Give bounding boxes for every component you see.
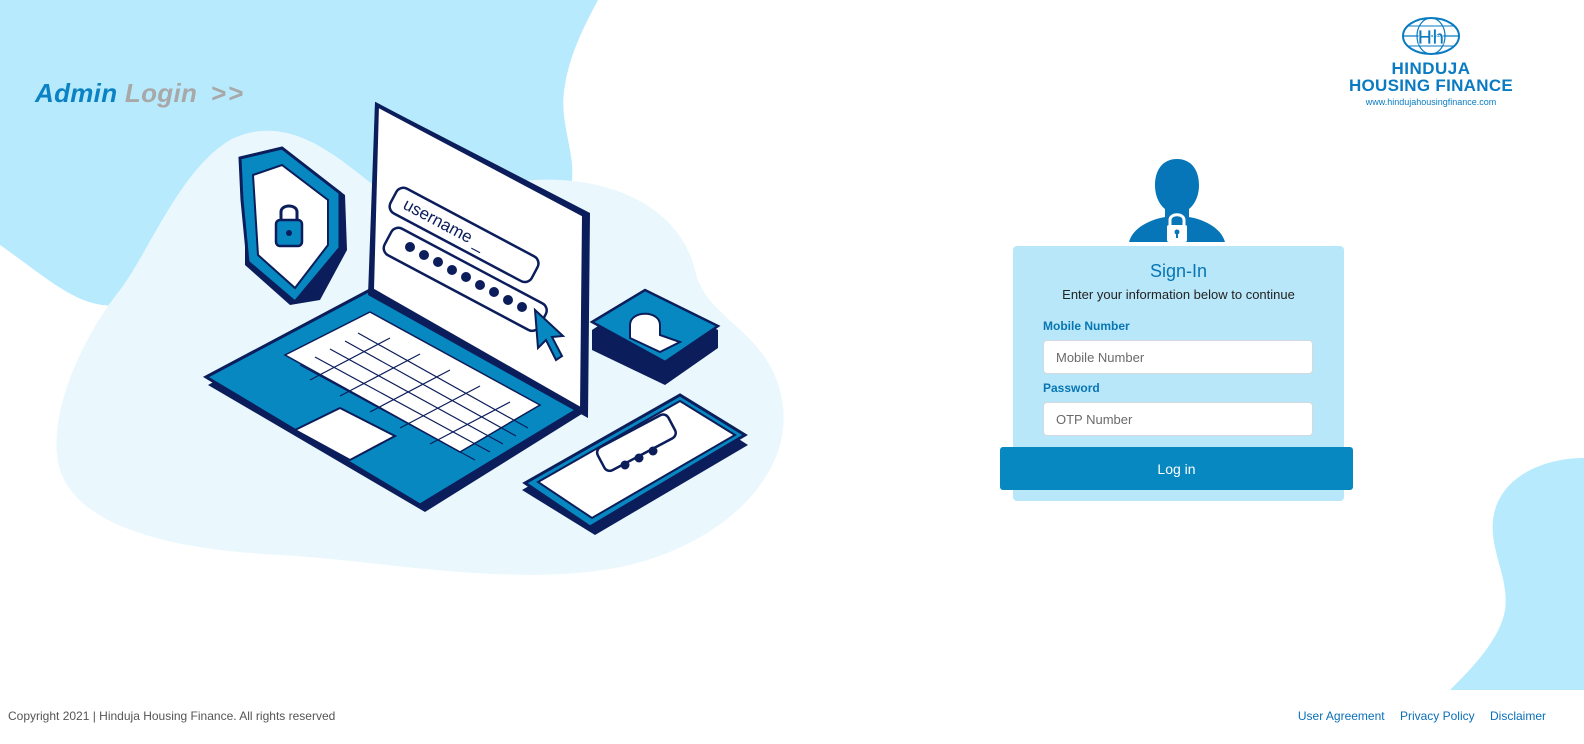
mobile-number-label: Mobile Number bbox=[1043, 319, 1130, 333]
hinduja-logo[interactable]: Hh HINDUJA HOUSING FINANCE www.hindujaho… bbox=[1326, 16, 1536, 112]
signin-title: Sign-In bbox=[1149, 261, 1208, 281]
admin-login-heading: Admin Login >> bbox=[35, 78, 245, 109]
globe-logo-icon: Hh bbox=[1402, 17, 1460, 55]
user-chat-bubble-icon bbox=[589, 288, 721, 385]
user-agreement-link[interactable]: User Agreement bbox=[1298, 709, 1385, 723]
signin-subtitle: Enter your information below to continue bbox=[1062, 287, 1295, 302]
admin-label: Admin bbox=[35, 78, 118, 108]
disclaimer-link[interactable]: Disclaimer bbox=[1490, 709, 1546, 723]
otp-number-input[interactable] bbox=[1043, 402, 1313, 436]
logo-url: www.hindujahousingfinance.com bbox=[1365, 97, 1497, 107]
login-label: Login bbox=[124, 78, 198, 108]
password-label: Password bbox=[1043, 381, 1100, 395]
login-illustration: username _ bbox=[202, 101, 748, 535]
logo-name-line1: HINDUJA bbox=[1391, 59, 1471, 78]
mobile-number-input[interactable] bbox=[1043, 340, 1313, 374]
login-button[interactable]: Log in bbox=[1000, 447, 1353, 490]
footer-copyright: Copyright 2021 | Hinduja Housing Finance… bbox=[8, 709, 336, 723]
footer-links: User Agreement Privacy Policy Disclaimer bbox=[1286, 709, 1546, 723]
shield-lock-icon bbox=[238, 146, 347, 305]
user-lock-avatar-icon bbox=[1129, 159, 1225, 242]
logo-name-line2: HOUSING FINANCE bbox=[1348, 76, 1514, 95]
arrows-label: >> bbox=[210, 78, 246, 108]
privacy-policy-link[interactable]: Privacy Policy bbox=[1400, 709, 1475, 723]
logo-mark: Hh bbox=[1418, 27, 1445, 49]
